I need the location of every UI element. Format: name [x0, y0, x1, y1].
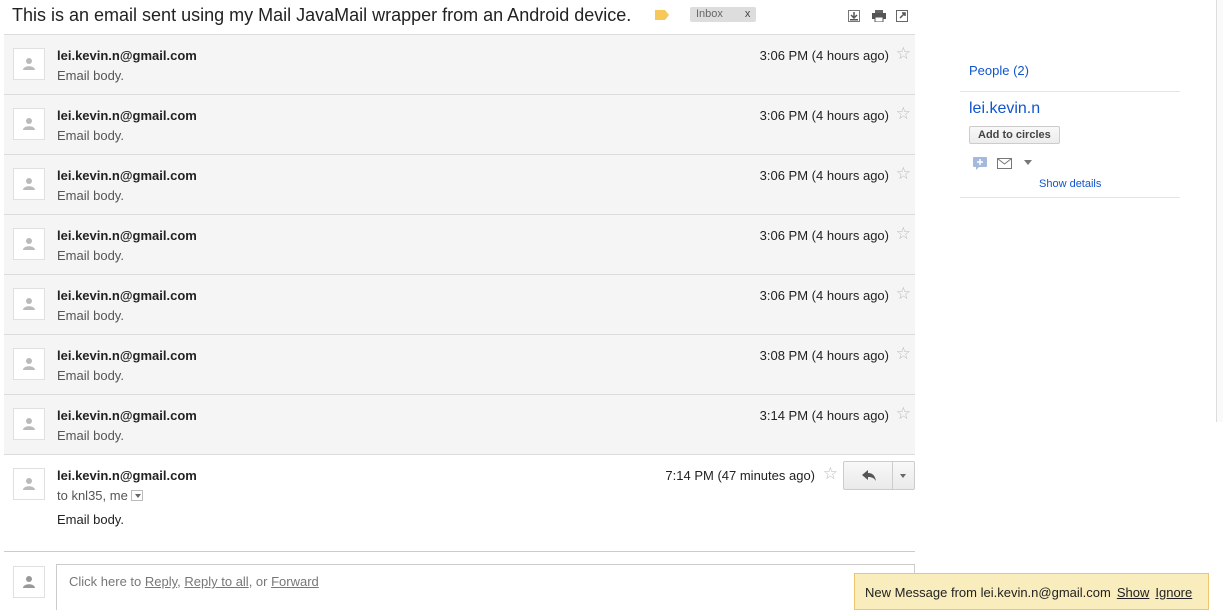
show-details-dropdown[interactable]	[130, 490, 143, 501]
message-time: 3:06 PM (4 hours ago)	[759, 228, 889, 243]
message-thread: lei.kevin.n@gmail.com Email body. 3:06 P…	[4, 34, 915, 551]
collapsed-message[interactable]: lei.kevin.n@gmail.com Email body. 3:08 P…	[4, 334, 915, 394]
sender-name: lei.kevin.n@gmail.com	[57, 48, 197, 63]
thread-divider	[4, 551, 915, 552]
reply-prompt-sep: , or	[248, 574, 272, 589]
new-message-notification: New Message from lei.kevin.n@gmail.com Sh…	[854, 573, 1209, 610]
collapsed-message[interactable]: lei.kevin.n@gmail.com Email body. 3:06 P…	[4, 214, 915, 274]
sender-avatar	[13, 348, 45, 380]
collapsed-message[interactable]: lei.kevin.n@gmail.com Email body. 3:14 P…	[4, 394, 915, 454]
sender-name[interactable]: lei.kevin.n@gmail.com	[57, 468, 197, 483]
sender-name: lei.kevin.n@gmail.com	[57, 168, 197, 183]
person-icon	[23, 576, 35, 588]
message-time: 3:14 PM (4 hours ago)	[759, 408, 889, 423]
person-icon	[23, 478, 35, 490]
collapsed-message[interactable]: lei.kevin.n@gmail.com Email body. 3:06 P…	[4, 94, 915, 154]
person-icon	[23, 238, 35, 250]
message-time: 3:06 PM (4 hours ago)	[759, 108, 889, 123]
message-time: 7:14 PM (47 minutes ago)	[665, 468, 815, 483]
people-widget-title[interactable]: People (2)	[969, 63, 1029, 78]
more-actions-dropdown[interactable]	[892, 462, 914, 489]
message-time: 3:06 PM (4 hours ago)	[759, 48, 889, 63]
chevron-down-icon[interactable]	[1024, 160, 1032, 165]
message-time: 3:06 PM (4 hours ago)	[759, 288, 889, 303]
collapsed-message[interactable]: lei.kevin.n@gmail.com Email body. 3:06 P…	[4, 154, 915, 214]
message-snippet: Email body.	[57, 128, 124, 143]
sender-name: lei.kevin.n@gmail.com	[57, 348, 197, 363]
notification-text: New Message from lei.kevin.n@gmail.com	[865, 585, 1111, 600]
sender-name: lei.kevin.n@gmail.com	[57, 108, 197, 123]
reply-button-group	[843, 461, 915, 490]
person-icon	[23, 298, 35, 310]
message-time: 3:06 PM (4 hours ago)	[759, 168, 889, 183]
person-icon	[23, 118, 35, 130]
recipients-line: to knl35, me	[57, 488, 143, 503]
sender-name: lei.kevin.n@gmail.com	[57, 228, 197, 243]
person-icon	[23, 418, 35, 430]
sender-avatar	[13, 108, 45, 140]
new-window-icon[interactable]	[896, 10, 908, 22]
sender-name: lei.kevin.n@gmail.com	[57, 288, 197, 303]
sender-avatar	[13, 408, 45, 440]
reply-button[interactable]	[844, 462, 893, 489]
star-icon[interactable]: ☆	[896, 345, 911, 362]
star-icon[interactable]: ☆	[896, 405, 911, 422]
reply-all-link[interactable]: Reply to all	[184, 574, 248, 589]
divider	[960, 91, 1180, 92]
reply-arrow-icon	[862, 470, 876, 481]
inbox-label-chip[interactable]: Inbox x	[690, 7, 757, 22]
show-details-link[interactable]: Show details	[1039, 178, 1101, 190]
message-body: Email body.	[57, 512, 124, 527]
star-icon[interactable]: ☆	[896, 105, 911, 122]
reply-link[interactable]: Reply	[145, 574, 177, 589]
contact-name-link[interactable]: lei.kevin.n	[969, 100, 1040, 118]
forward-link[interactable]: Forward	[271, 574, 319, 589]
message-snippet: Email body.	[57, 248, 124, 263]
ignore-link[interactable]: Ignore	[1155, 585, 1192, 600]
scrollbar[interactable]	[1216, 0, 1223, 422]
star-icon[interactable]: ☆	[823, 465, 838, 482]
inbox-label-text: Inbox	[696, 8, 723, 20]
message-snippet: Email body.	[57, 188, 124, 203]
expand-all-icon[interactable]	[848, 10, 860, 22]
sender-avatar	[13, 168, 45, 200]
sender-avatar	[13, 288, 45, 320]
remove-label-button[interactable]: x	[745, 8, 751, 20]
message-snippet: Email body.	[57, 428, 124, 443]
message-snippet: Email body.	[57, 368, 124, 383]
divider	[960, 197, 1180, 198]
reply-prompt-prefix: Click here to	[69, 574, 145, 589]
my-avatar	[13, 566, 45, 598]
subject-title: This is an email sent using my Mail Java…	[12, 5, 632, 25]
sender-avatar	[13, 468, 45, 500]
person-icon	[23, 178, 35, 190]
expanded-message: lei.kevin.n@gmail.com to knl35, me Email…	[4, 454, 915, 551]
star-icon[interactable]: ☆	[896, 225, 911, 242]
thread-header: This is an email sent using my Mail Java…	[0, 0, 915, 34]
recipients-text: to knl35, me	[57, 488, 128, 503]
collapsed-message[interactable]: lei.kevin.n@gmail.com Email body. 3:06 P…	[4, 34, 915, 94]
sender-avatar	[13, 48, 45, 80]
person-icon	[23, 358, 35, 370]
collapsed-message[interactable]: lei.kevin.n@gmail.com Email body. 3:06 P…	[4, 274, 915, 334]
email-icon[interactable]	[997, 158, 1012, 169]
star-icon[interactable]: ☆	[896, 165, 911, 182]
sender-name: lei.kevin.n@gmail.com	[57, 408, 197, 423]
sender-avatar	[13, 228, 45, 260]
label-tag-icon[interactable]	[655, 10, 669, 20]
star-icon[interactable]: ☆	[896, 285, 911, 302]
message-snippet: Email body.	[57, 68, 124, 83]
person-icon	[23, 58, 35, 70]
print-icon[interactable]	[872, 10, 886, 22]
add-to-circles-button[interactable]: Add to circles	[969, 126, 1060, 144]
show-link[interactable]: Show	[1117, 585, 1150, 600]
message-time: 3:08 PM (4 hours ago)	[759, 348, 889, 363]
message-snippet: Email body.	[57, 308, 124, 323]
quick-reply-box[interactable]: Click here to Reply, Reply to all, or Fo…	[56, 564, 915, 610]
star-icon[interactable]: ☆	[896, 45, 911, 62]
chat-add-icon[interactable]	[973, 157, 987, 170]
